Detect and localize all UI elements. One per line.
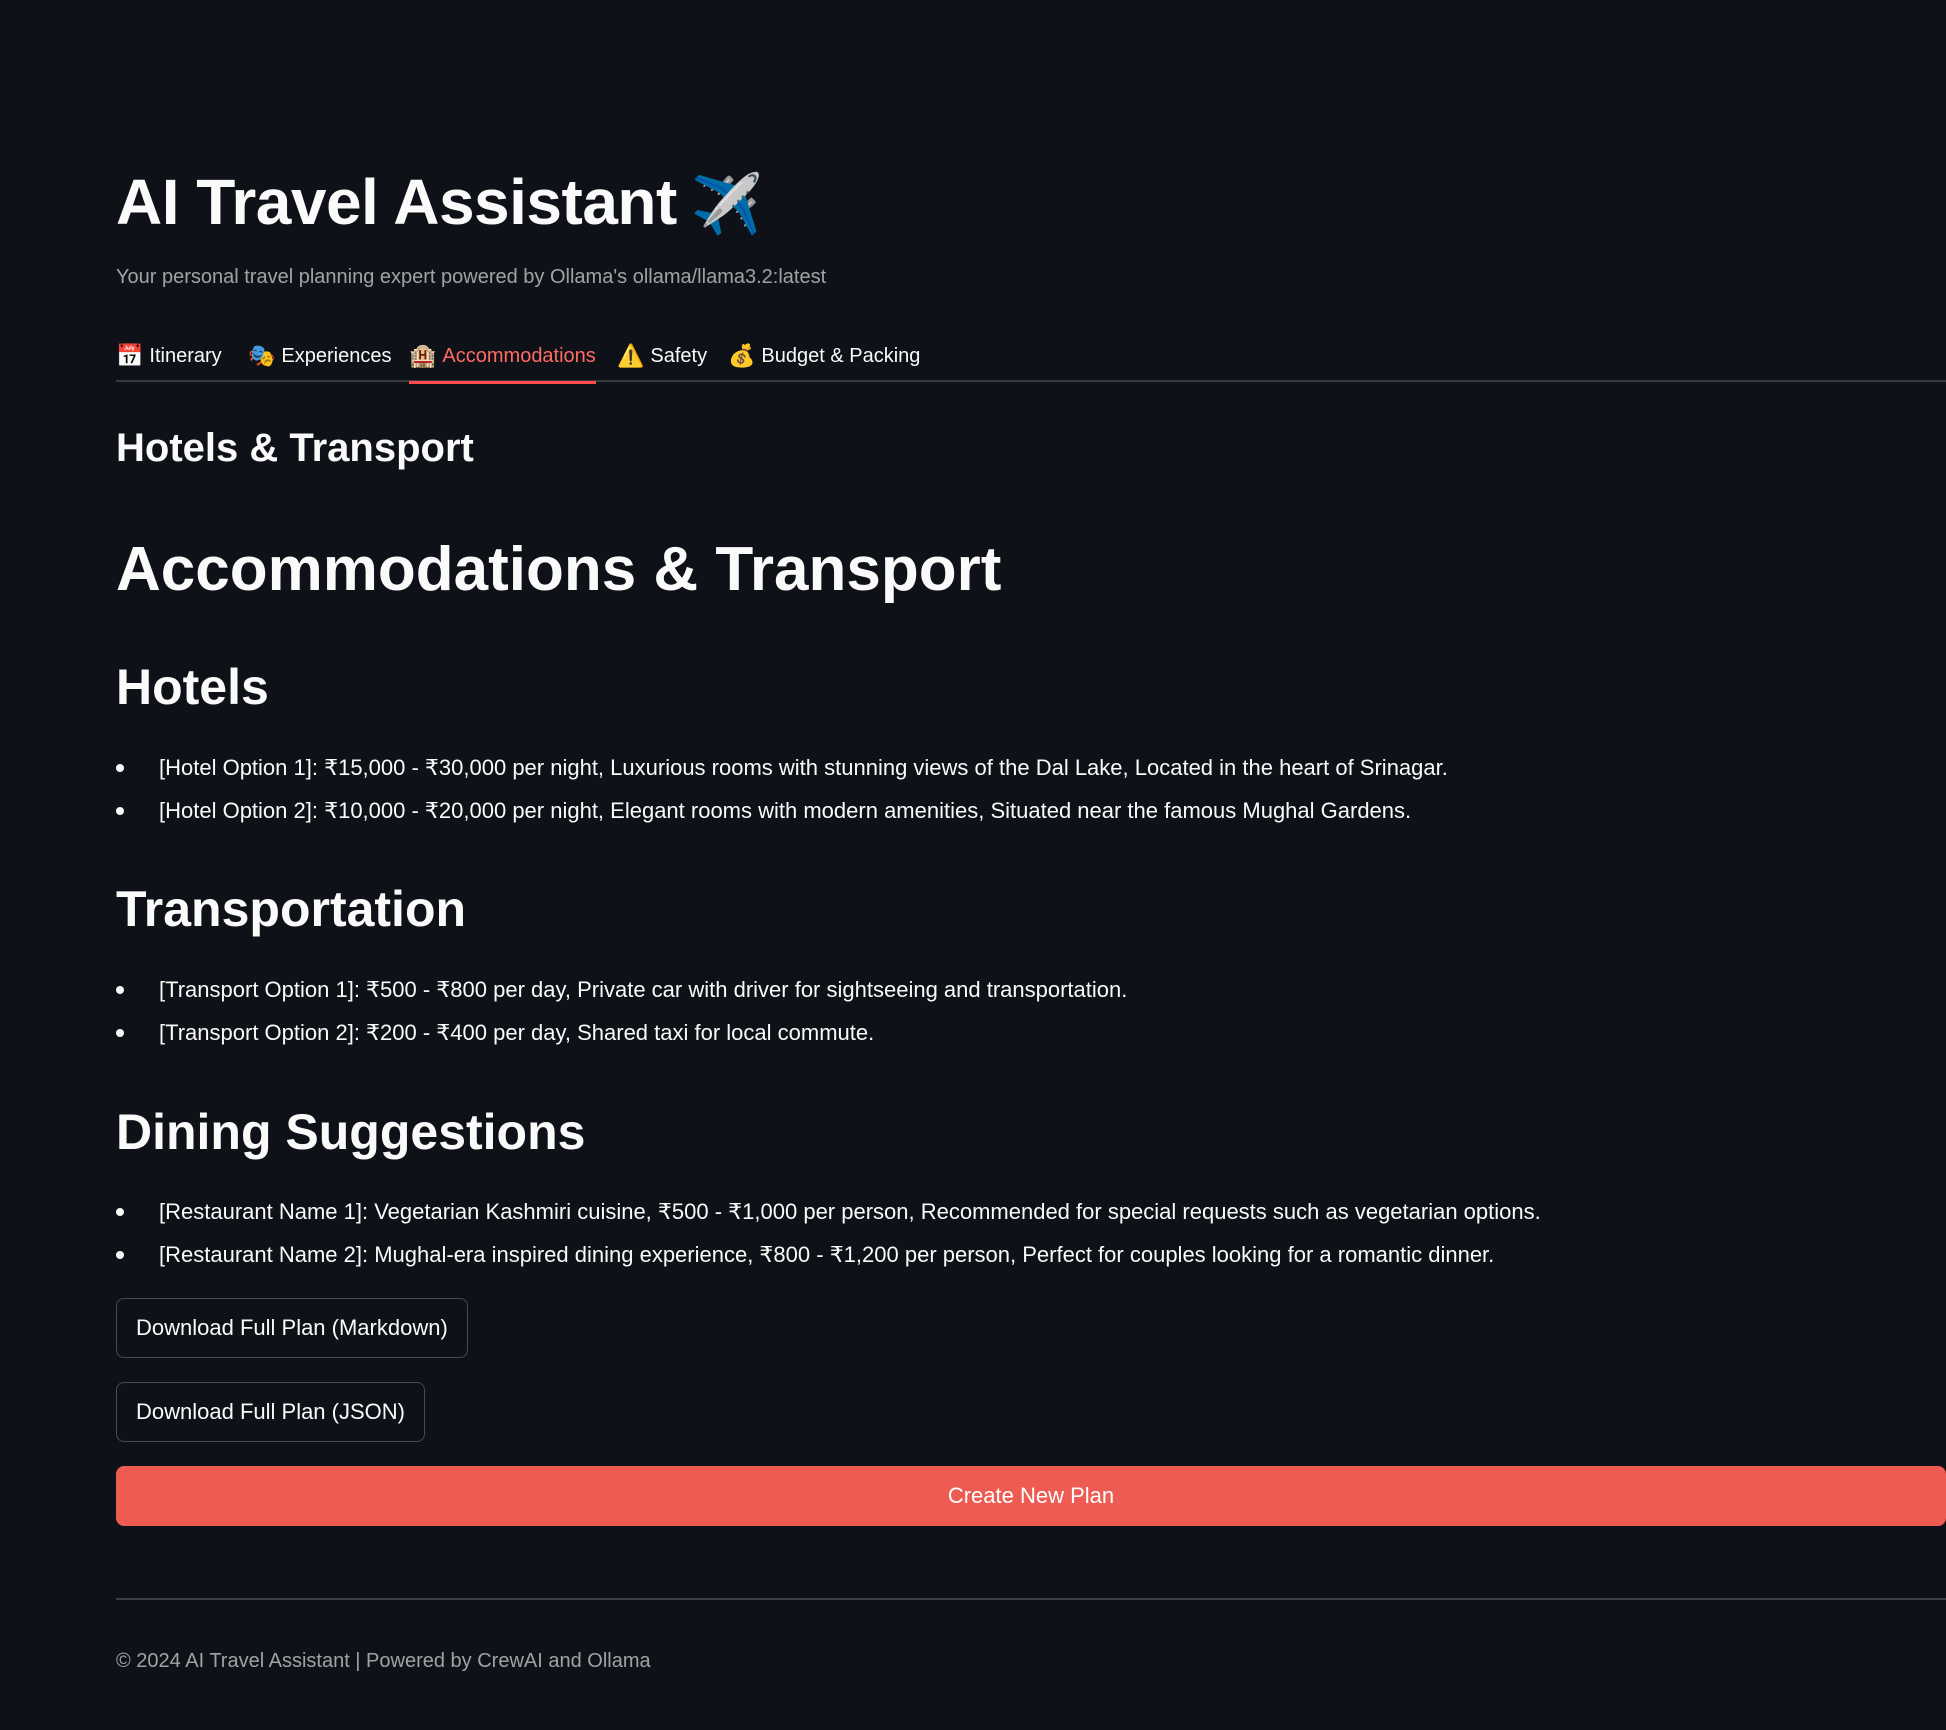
list-item: [Restaurant Name 2]: Mughal-era inspired…	[116, 1233, 1541, 1276]
transportation-heading: Transportation	[116, 881, 467, 937]
list-item: [Transport Option 2]: ₹200 - ₹400 per da…	[116, 1011, 1127, 1054]
warning-icon: ⚠️	[617, 343, 645, 368]
tab-heading: Hotels & Transport	[116, 426, 474, 470]
list-item: [Transport Option 1]: ₹500 - ₹800 per da…	[116, 968, 1127, 1011]
app-subtitle: Your personal travel planning expert pow…	[116, 266, 827, 288]
tab-label: Budget & Packing	[761, 344, 921, 367]
app-title: AI Travel Assistant ✈️	[116, 160, 763, 247]
tab-experiences[interactable]: 🎭 Experiences	[248, 330, 391, 382]
create-new-plan-button[interactable]: Create New Plan	[116, 1466, 1946, 1526]
create-new-plan-label: Create New Plan	[947, 1483, 1115, 1508]
tab-label: Safety	[650, 344, 708, 367]
dining-heading: Dining Suggestions	[116, 1104, 586, 1160]
theater-masks-icon: 🎭	[248, 343, 276, 368]
hotels-heading: Hotels	[116, 659, 269, 715]
tab-label: Experiences	[281, 344, 392, 367]
tab-bar: 📅 Itinerary 🎭 Experiences 🏨 Accommodatio…	[116, 330, 1946, 384]
download-markdown-button[interactable]: Download Full Plan (Markdown)	[116, 1298, 468, 1358]
tab-itinerary[interactable]: 📅 Itinerary	[116, 330, 222, 382]
transportation-list: [Transport Option 1]: ₹500 - ₹800 per da…	[116, 968, 1127, 1054]
tab-budget-packing[interactable]: 💰 Budget & Packing	[728, 330, 920, 382]
tab-accommodations[interactable]: 🏨 Accommodations	[409, 330, 596, 384]
download-json-button[interactable]: Download Full Plan (JSON)	[116, 1382, 425, 1442]
main-heading: Accommodations & Transport	[116, 535, 1002, 604]
money-bag-icon: 💰	[728, 343, 756, 368]
list-item: [Hotel Option 1]: ₹15,000 - ₹30,000 per …	[116, 746, 1448, 789]
airplane-icon: ✈️	[690, 172, 763, 237]
footer-divider	[116, 1598, 1946, 1600]
list-item: [Hotel Option 2]: ₹10,000 - ₹20,000 per …	[116, 789, 1448, 832]
hotel-icon: 🏨	[409, 343, 437, 368]
list-item: [Restaurant Name 1]: Vegetarian Kashmiri…	[116, 1190, 1541, 1233]
hotels-list: [Hotel Option 1]: ₹15,000 - ₹30,000 per …	[116, 746, 1448, 832]
calendar-icon: 📅	[116, 343, 144, 368]
footer-text: © 2024 AI Travel Assistant | Powered by …	[116, 1650, 651, 1672]
dining-list: [Restaurant Name 1]: Vegetarian Kashmiri…	[116, 1190, 1541, 1276]
app-title-text: AI Travel Assistant	[116, 166, 677, 238]
tab-label: Accommodations	[442, 344, 596, 367]
tab-safety[interactable]: ⚠️ Safety	[617, 330, 707, 382]
tab-label: Itinerary	[149, 344, 222, 367]
